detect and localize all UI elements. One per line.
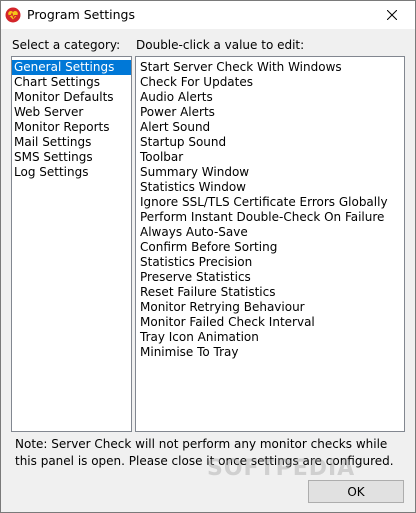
category-item[interactable]: Chart Settings	[12, 75, 131, 90]
category-item[interactable]: SMS Settings	[12, 150, 131, 165]
category-item[interactable]: Web Server	[12, 105, 131, 120]
close-icon	[387, 10, 397, 20]
window-title: Program Settings	[27, 7, 135, 22]
setting-item[interactable]: Statistics Precision	[136, 255, 404, 270]
setting-item[interactable]: Statistics Window	[136, 180, 404, 195]
title-bar[interactable]: Program Settings	[1, 1, 415, 29]
setting-item[interactable]: Summary Window	[136, 165, 404, 180]
category-label: Select a category:	[12, 38, 121, 52]
setting-item[interactable]: Monitor Failed Check Interval	[136, 315, 404, 330]
setting-item[interactable]: Power Alerts	[136, 105, 404, 120]
setting-item[interactable]: Toolbar	[136, 150, 404, 165]
setting-item[interactable]: Start Server Check With Windows	[136, 60, 404, 75]
note-text: Note: Server Check will not perform any …	[15, 437, 394, 468]
setting-item[interactable]: Check For Updates	[136, 75, 404, 90]
values-list[interactable]: Start Server Check With Windows Check For…	[135, 56, 405, 432]
setting-item[interactable]: Reset Failure Statistics	[136, 285, 404, 300]
program-settings-window: Program Settings Select a category: Doub…	[0, 0, 416, 513]
values-label: Double-click a value to edit:	[136, 38, 305, 52]
setting-item[interactable]: Audio Alerts	[136, 90, 404, 105]
setting-item[interactable]: Ignore SSL/TLS Certificate Errors Global…	[136, 195, 404, 210]
category-item[interactable]: Monitor Defaults	[12, 90, 131, 105]
setting-item[interactable]: Confirm Before Sorting	[136, 240, 404, 255]
category-item[interactable]: Monitor Reports	[12, 120, 131, 135]
category-item[interactable]: General Settings	[12, 60, 131, 75]
setting-item[interactable]: Monitor Retrying Behaviour	[136, 300, 404, 315]
category-item[interactable]: Mail Settings	[12, 135, 131, 150]
setting-item[interactable]: Always Auto-Save	[136, 225, 404, 240]
category-item[interactable]: Log Settings	[12, 165, 131, 180]
setting-item[interactable]: Alert Sound	[136, 120, 404, 135]
setting-item[interactable]: Perform Instant Double-Check On Failure	[136, 210, 404, 225]
setting-item[interactable]: Tray Icon Animation	[136, 330, 404, 345]
setting-item[interactable]: Minimise To Tray	[136, 345, 404, 360]
close-button[interactable]	[369, 1, 415, 29]
category-list[interactable]: General Settings Chart Settings Monitor De…	[11, 56, 132, 432]
setting-item[interactable]: Preserve Statistics	[136, 270, 404, 285]
setting-item[interactable]: Startup Sound	[136, 135, 404, 150]
ok-button[interactable]: OK	[308, 480, 404, 503]
app-heart-icon	[5, 7, 21, 23]
